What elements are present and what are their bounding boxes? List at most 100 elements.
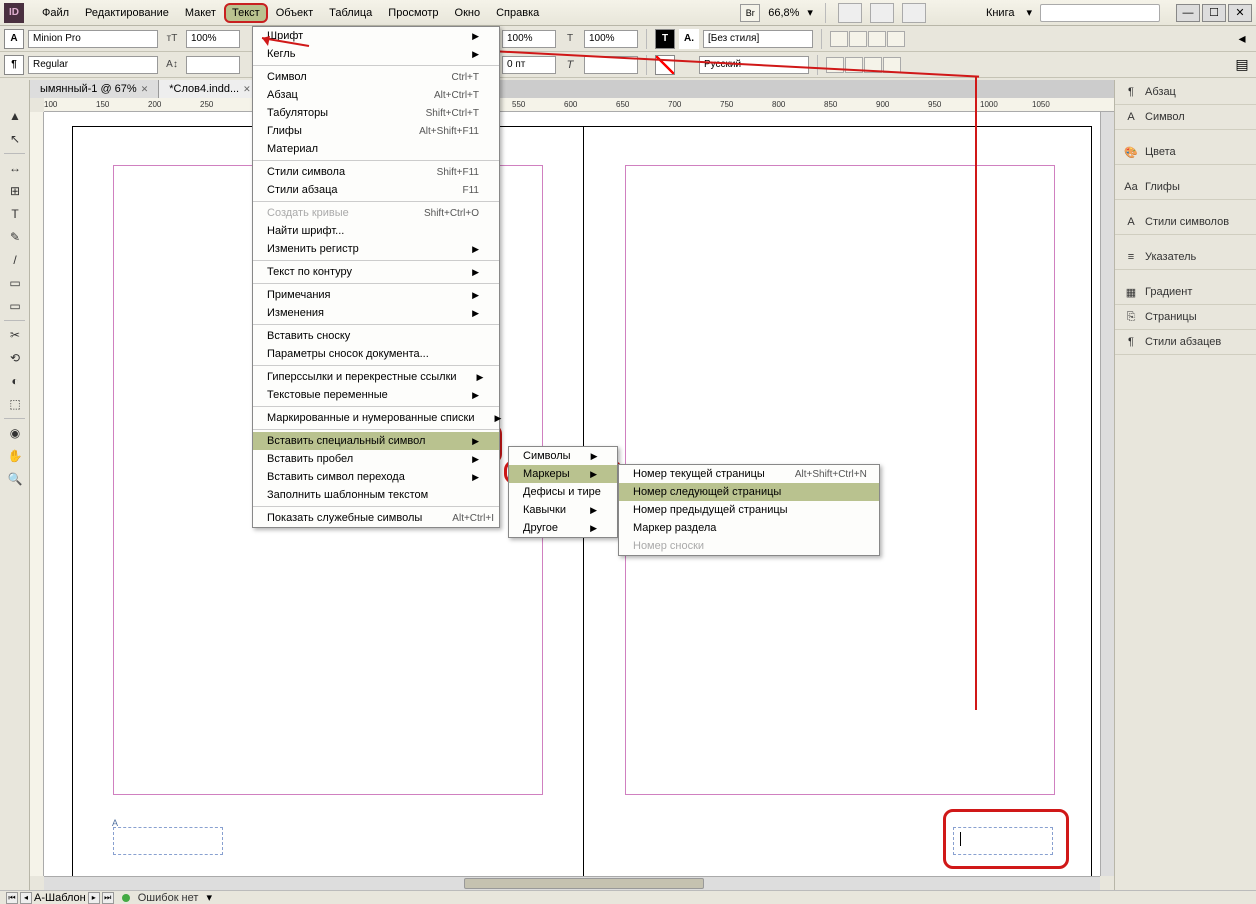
menu-item[interactable]: Примечания▶ <box>253 286 499 304</box>
menu-item[interactable]: Маркированные и нумерованные списки▶ <box>253 409 499 427</box>
menu-window[interactable]: Окно <box>447 3 489 23</box>
baseline[interactable] <box>502 56 556 74</box>
vertical-scrollbar[interactable] <box>1100 98 1114 876</box>
panel-Стили абзацев[interactable]: ¶Стили абзацев <box>1115 330 1256 355</box>
minimize-button[interactable]: — <box>1176 4 1200 22</box>
menu-item[interactable]: Кегль▶ <box>253 45 499 63</box>
justify-right[interactable] <box>864 57 882 73</box>
menu-table[interactable]: Таблица <box>321 3 380 23</box>
tool-15[interactable]: 🔍 <box>3 468 27 490</box>
doc-tab-1[interactable]: *Слов4.indd...✕ <box>159 80 261 98</box>
menu-file[interactable]: Файл <box>34 3 77 23</box>
menu-item[interactable]: Параметры сносок документа... <box>253 345 499 363</box>
menu-item[interactable]: Стили абзацаF11 <box>253 181 499 199</box>
align-left[interactable] <box>830 31 848 47</box>
menu-item[interactable]: ТабуляторыShift+Ctrl+T <box>253 104 499 122</box>
tool-5[interactable]: ✎ <box>3 226 27 248</box>
menu-help[interactable]: Справка <box>488 3 547 23</box>
page-number-frame-left[interactable]: A <box>113 827 223 855</box>
tool-3[interactable]: ⊞ <box>3 180 27 202</box>
menu-item[interactable]: Вставить пробел▶ <box>253 450 499 468</box>
menu-item[interactable]: Гиперссылки и перекрестные ссылки▶ <box>253 368 499 386</box>
size-a[interactable] <box>186 30 240 48</box>
char-format-button[interactable]: A <box>4 29 24 49</box>
tool-0[interactable]: ▲ <box>3 105 27 127</box>
next-page-button[interactable]: ▸ <box>88 892 100 904</box>
panel-Указатель[interactable]: ≡Указатель <box>1115 245 1256 270</box>
bridge-icon[interactable]: Br <box>740 4 760 22</box>
doc-tab-0[interactable]: ымянный-1 @ 67%✕ <box>30 80 159 98</box>
zoom-level[interactable]: 66,8% <box>768 7 799 19</box>
close-button[interactable]: ✕ <box>1228 4 1252 22</box>
view-options-button[interactable] <box>902 3 926 23</box>
fill-color[interactable]: T <box>655 29 675 49</box>
prev-page-button[interactable]: ◂ <box>20 892 32 904</box>
menu-item[interactable]: Кавычки▶ <box>509 501 617 519</box>
page-navigator[interactable]: ⏮ ◂ А-Шаблон ▸ ⏭ <box>6 892 114 904</box>
menu-item[interactable]: Номер предыдущей страницы <box>619 501 879 519</box>
first-page-button[interactable]: ⏮ <box>6 892 18 904</box>
tool-10[interactable]: ⟲ <box>3 347 27 369</box>
panel-Градиент[interactable]: ▦Градиент <box>1115 280 1256 305</box>
workspace-switcher[interactable]: Книга <box>986 7 1015 19</box>
tool-2[interactable]: ↔ <box>3 157 27 179</box>
last-page-button[interactable]: ⏭ <box>102 892 114 904</box>
arrange-button[interactable] <box>870 3 894 23</box>
leading[interactable] <box>186 56 240 74</box>
panel-Глифы[interactable]: AaГлифы <box>1115 175 1256 200</box>
menu-item[interactable]: СимволCtrl+T <box>253 68 499 86</box>
panel-Абзац[interactable]: ¶Абзац <box>1115 80 1256 105</box>
panel-Страницы[interactable]: ⎘Страницы <box>1115 305 1256 330</box>
menu-item[interactable]: Заполнить шаблонным текстом <box>253 486 499 504</box>
menu-item[interactable]: Материал <box>253 140 499 158</box>
scrollbar-thumb[interactable] <box>464 878 704 889</box>
tool-8[interactable]: ▭ <box>3 295 27 317</box>
tool-11[interactable]: ◐ <box>3 370 27 392</box>
char-style-select[interactable] <box>703 30 813 48</box>
preflight-status[interactable]: Ошибок нет <box>138 892 199 904</box>
scale-v[interactable] <box>584 30 638 48</box>
stroke-color[interactable] <box>655 55 675 75</box>
tool-14[interactable]: ✋ <box>3 445 27 467</box>
ruler-vertical[interactable] <box>30 112 44 876</box>
tool-7[interactable]: ▭ <box>3 272 27 294</box>
skew[interactable] <box>584 56 638 74</box>
justify-all[interactable] <box>883 57 901 73</box>
menu-item[interactable]: Вставить специальный символ▶ <box>253 432 499 450</box>
screen-mode-button[interactable] <box>838 3 862 23</box>
tool-9[interactable]: ✂ <box>3 324 27 346</box>
menu-item[interactable]: Вставить символ перехода▶ <box>253 468 499 486</box>
panel-menu-icon[interactable]: ▤ <box>1232 55 1252 75</box>
align-right[interactable] <box>868 31 886 47</box>
dropdown-icon[interactable]: ▾ <box>807 6 813 19</box>
menu-item[interactable]: Стили символаShift+F11 <box>253 163 499 181</box>
panel-Стили символов[interactable]: AСтили символов <box>1115 210 1256 235</box>
menu-item[interactable]: Текст по контуру▶ <box>253 263 499 281</box>
align-justify[interactable] <box>887 31 905 47</box>
ruler-horizontal[interactable]: 1001502002503003504004505005506006507007… <box>44 98 1114 112</box>
menu-item[interactable]: Найти шрифт... <box>253 222 499 240</box>
font-style-select[interactable] <box>28 56 158 74</box>
menu-text[interactable]: Текст <box>224 3 268 23</box>
tool-4[interactable]: T <box>3 203 27 225</box>
dropdown-icon[interactable]: ▾ <box>1026 6 1032 19</box>
menu-item[interactable]: Номер следующей страницы <box>619 483 879 501</box>
menu-item[interactable]: Номер текущей страницыAlt+Shift+Ctrl+N <box>619 465 879 483</box>
menu-item[interactable]: Текстовые переменные▶ <box>253 386 499 404</box>
panel-Символ[interactable]: AСимвол <box>1115 105 1256 130</box>
panel-Цвета[interactable]: 🎨Цвета <box>1115 140 1256 165</box>
para-format-button[interactable]: ¶ <box>4 55 24 75</box>
horizontal-scrollbar[interactable] <box>44 876 1100 890</box>
justify-left[interactable] <box>826 57 844 73</box>
maximize-button[interactable]: ☐ <box>1202 4 1226 22</box>
menu-item[interactable]: Показать служебные символыAlt+Ctrl+I <box>253 509 499 527</box>
menu-object[interactable]: Объект <box>268 3 321 23</box>
close-icon[interactable]: ✕ <box>243 84 251 95</box>
tool-12[interactable]: ⬚ <box>3 393 27 415</box>
scale-h[interactable] <box>502 30 556 48</box>
search-input[interactable] <box>1040 4 1160 22</box>
menu-item[interactable]: Вставить сноску <box>253 327 499 345</box>
menu-layout[interactable]: Макет <box>177 3 224 23</box>
menu-view[interactable]: Просмотр <box>380 3 446 23</box>
align-center[interactable] <box>849 31 867 47</box>
